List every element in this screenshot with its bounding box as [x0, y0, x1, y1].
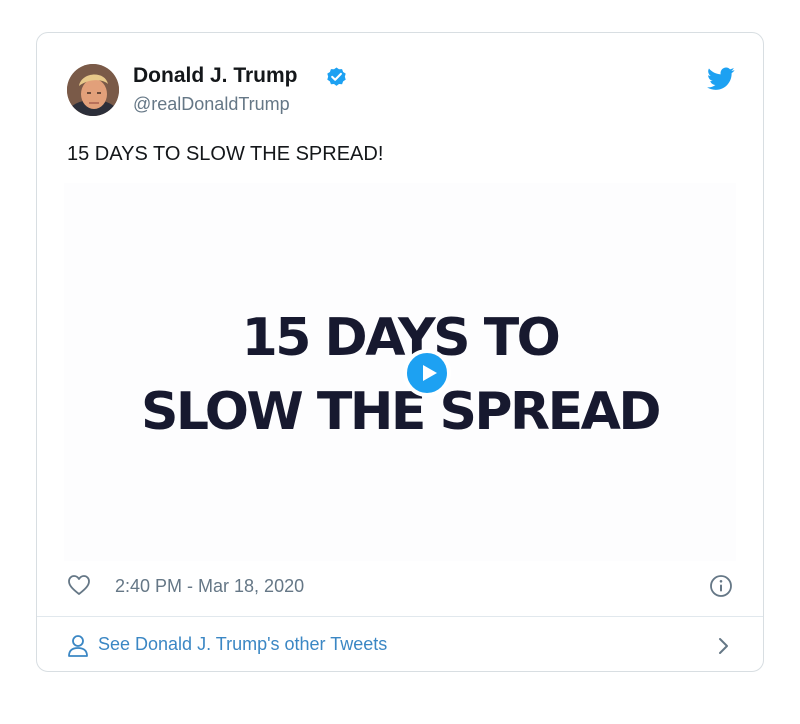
tweet-card: Donald J. Trump @realDonaldTrump 15 DAYS… — [36, 32, 764, 672]
twitter-logo-icon[interactable] — [707, 67, 735, 91]
video-headline-line-2: SLOW THE SPREAD — [140, 382, 662, 442]
avatar[interactable] — [67, 64, 119, 116]
avatar-photo — [67, 64, 119, 116]
play-button[interactable] — [403, 349, 451, 397]
author-handle[interactable]: @realDonaldTrump — [133, 94, 290, 115]
info-icon[interactable] — [709, 574, 733, 598]
video-headline: 15 DAYS TO SLOW THE SPREAD — [64, 301, 736, 449]
author-name[interactable]: Donald J. Trump — [133, 64, 298, 88]
video-headline-line-1: 15 DAYS TO — [241, 308, 561, 368]
heart-icon[interactable] — [67, 574, 91, 596]
video-player[interactable]: 15 DAYS TO SLOW THE SPREAD — [64, 183, 736, 561]
tweet-timestamp[interactable]: 2:40 PM - Mar 18, 2020 — [115, 576, 304, 597]
verified-badge-icon — [327, 67, 346, 86]
person-icon — [68, 635, 88, 657]
see-other-tweets-label: See Donald J. Trump's other Tweets — [98, 634, 388, 654]
tweet-text: 15 DAYS TO SLOW THE SPREAD! — [67, 143, 384, 165]
play-icon — [423, 365, 437, 381]
see-other-tweets-link[interactable]: See Donald J. Trump's other Tweets — [37, 617, 763, 672]
chevron-right-icon — [719, 638, 728, 654]
